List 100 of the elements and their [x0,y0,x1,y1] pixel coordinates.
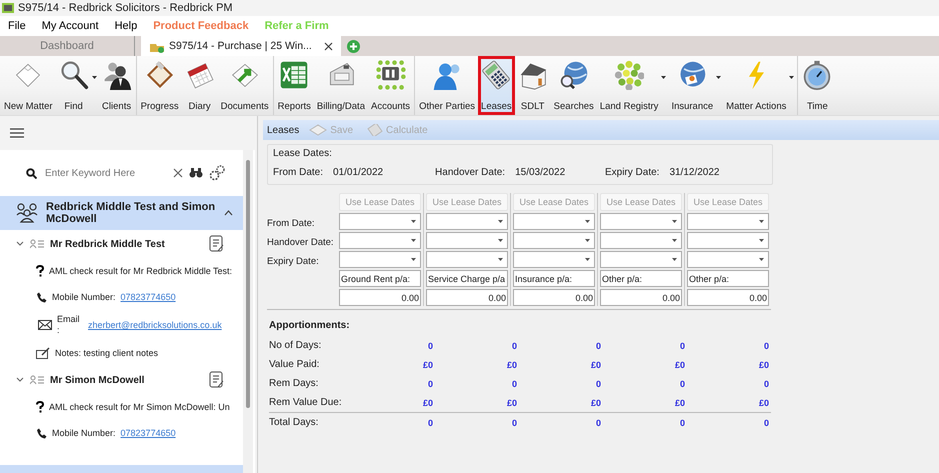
dropdown-arrow-icon[interactable] [411,239,416,242]
date-label: From Date: [273,167,324,178]
toolbar-button[interactable]: Accounts [368,56,414,115]
phone-link[interactable]: 07823774650 [120,428,176,438]
toolbar-button[interactable]: Documents [218,56,272,115]
toolbar-button[interactable]: Land Registry [596,56,662,115]
amount-field[interactable]: 0.00 [600,289,682,306]
value-cell-text: £0 [422,398,433,408]
document-tab[interactable]: S975/14 - Purchase | 25 Win... [141,36,341,56]
amount-field[interactable]: 0.00 [426,289,508,306]
menu-item[interactable]: Help [106,20,146,32]
value-cell-text: £0 [590,398,601,408]
contact-card-icon [30,375,44,385]
dropdown-arrow-icon[interactable] [498,239,503,242]
menu-item[interactable]: File [0,20,34,32]
dropdown-arrow-icon[interactable] [789,76,794,79]
value-cell-text: 0 [594,378,601,388]
value-cell-text: 0 [762,378,769,388]
amount-field[interactable]: 0.00 [687,289,769,306]
row-label: Value Paid: [269,359,320,370]
dropdown-arrow-icon[interactable] [411,220,416,223]
dropdown-arrow-icon[interactable] [498,220,503,223]
toolbar-button[interactable]: Time [799,56,836,115]
menu-icon[interactable] [10,128,24,138]
amount-field[interactable]: 0.00 [513,289,595,306]
toolbar-button[interactable]: Billing/Data [314,56,368,115]
charge-name-field[interactable]: Service Charge p/a [426,270,508,287]
mobile-label: Mobile Number: [52,428,116,438]
dropdown-arrow-icon[interactable] [672,258,677,261]
note-edit-icon[interactable] [209,371,225,389]
value-cell-text: £0 [674,398,685,408]
note-edit-icon[interactable] [209,235,225,253]
toolbar-button[interactable]: Progress [138,56,182,115]
section-title: Lease Dates: [273,148,333,159]
toolbar-button[interactable]: Leases [478,56,515,115]
hexagon-cluster-icon [614,60,644,90]
diamond-icon [309,124,328,136]
row-label: No of Days: [269,340,322,351]
value-cell-text: 0 [426,340,433,350]
charge-name-field[interactable]: Other p/a: [600,270,682,287]
value-cell-text: 0 [762,340,769,350]
toolbar-button[interactable]: Reports [274,56,314,115]
menu-item[interactable]: My Account [34,20,107,32]
charge-name-field[interactable]: Other p/a: [687,270,769,287]
dropdown-arrow-icon[interactable] [92,76,97,79]
phone-icon [36,292,47,302]
dropdown-arrow-icon[interactable] [759,258,764,261]
dropdown-arrow-icon[interactable] [759,220,764,223]
toolbar-button[interactable]: Diary [182,56,218,115]
chevron-icon[interactable] [16,377,24,383]
dropdown-arrow-icon[interactable] [759,239,764,242]
value-cell-text: 0 [678,340,685,350]
clear-icon[interactable] [173,168,183,178]
calculator-icon [481,60,512,90]
dropdown-arrow-icon[interactable] [585,239,590,242]
row-label: Expiry Date: [267,255,320,269]
date-value: 01/01/2022 [333,167,384,178]
phone-icon [36,428,47,438]
value-cell-text: 0 [678,378,685,388]
amount-field[interactable]: 0.00 [339,289,421,306]
app-icon [2,3,14,13]
binoculars-icon[interactable] [189,168,203,178]
dropdown-arrow-icon[interactable] [585,258,590,261]
value-cell-text: 0 [678,418,685,428]
value-cell-text: £0 [422,360,433,370]
toolbar-button[interactable]: New Matter [1,56,56,115]
toolbar-button[interactable]: Insurance [668,56,716,115]
dropdown-arrow-icon[interactable] [661,76,666,79]
toolbar-button[interactable]: Searches [550,56,597,115]
value-cell-text: £0 [758,360,769,370]
charge-name-field[interactable]: Insurance p/a: [513,270,595,287]
dropdown-arrow-icon[interactable] [672,239,677,242]
question-icon [36,401,44,413]
chevron-icon[interactable] [16,241,24,247]
add-tab-icon[interactable] [347,40,360,52]
toolbar-button[interactable]: Clients [98,56,135,115]
chevron-icon[interactable] [224,210,233,216]
date-label: Handover Date: [435,167,506,178]
value-cell-text: 0 [426,378,433,388]
dropdown-arrow-icon[interactable] [411,258,416,261]
aml-result: AML check result for Mr Redbrick Middle Test: [49,266,232,276]
scrollbar-thumb[interactable] [246,160,250,408]
bi-tile-icon [376,60,406,90]
dropdown-arrow-icon[interactable] [716,76,722,79]
dropdown-arrow-icon[interactable] [585,220,590,223]
dropdown-arrow-icon[interactable] [672,220,677,223]
toolbar-button[interactable]: Matter Actions [723,56,790,115]
toolbar-button[interactable]: Other Parties [416,56,478,115]
settings-icon[interactable] [209,165,225,181]
search-icon [26,168,37,178]
toolbar-button[interactable]: Find [56,56,92,115]
value-cell-text: £0 [758,398,769,408]
close-icon[interactable] [324,42,333,50]
phone-link[interactable]: 07823774650 [120,292,176,302]
toolbar-button[interactable]: SDLT [514,56,551,115]
charge-name-field[interactable]: Ground Rent p/a: [339,270,421,287]
search-field[interactable]: Enter Keyword Here [43,166,167,180]
group-header[interactable]: Redbrick Middle Test and Simon McDowell [0,196,243,230]
email-link[interactable]: zherbert@redbricksolutions.co.uk [88,320,222,330]
dropdown-arrow-icon[interactable] [498,258,503,261]
